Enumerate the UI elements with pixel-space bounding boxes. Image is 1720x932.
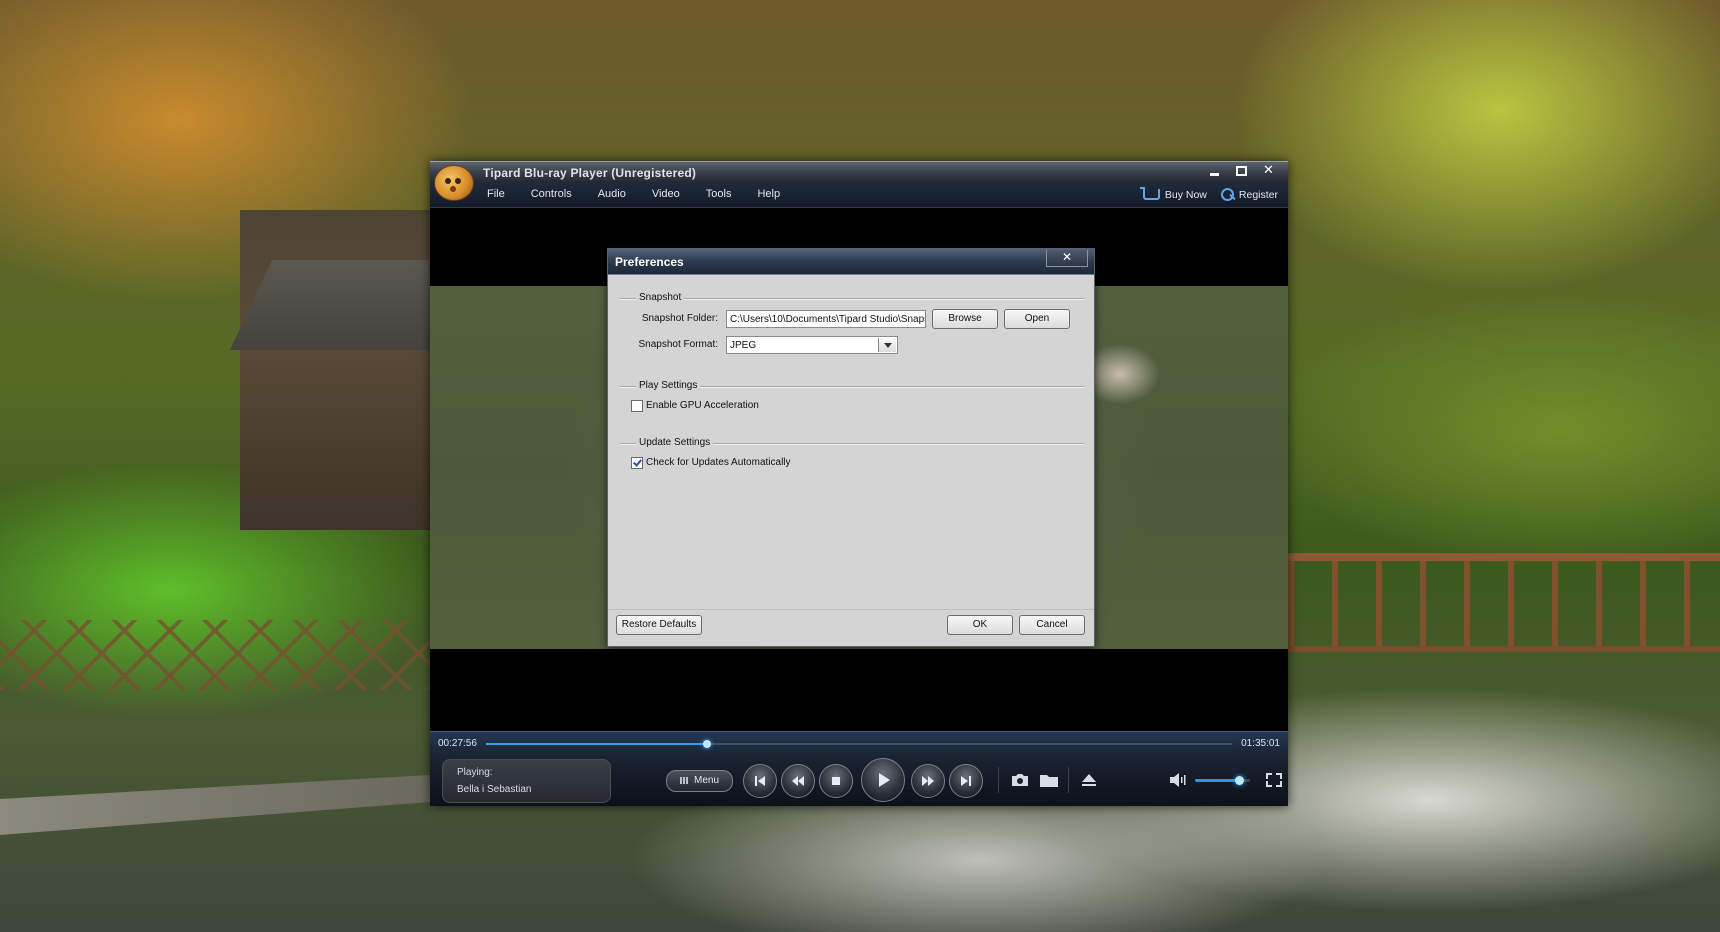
wallpaper-bridge <box>1288 553 1720 652</box>
now-playing-title: Bella i Sebastian <box>457 784 532 795</box>
gpu-acceleration-label[interactable]: Enable GPU Acceleration <box>646 400 759 411</box>
previous-button[interactable] <box>743 764 777 798</box>
register-label: Register <box>1238 188 1278 201</box>
rewind-button[interactable] <box>781 764 815 798</box>
video-letterbox-bottom <box>430 649 1288 731</box>
wallpaper-fence <box>0 620 430 690</box>
maximize-button[interactable] <box>1228 162 1255 180</box>
menu-audio[interactable]: Audio <box>598 188 626 200</box>
seek-bar-row: 00:27:56 01:35:01 <box>430 731 1288 756</box>
snapshot-group-header: Snapshot <box>620 292 1084 304</box>
menu-help[interactable]: Help <box>757 188 780 200</box>
stop-button[interactable] <box>819 764 853 798</box>
title-bar[interactable]: Tipard Blu-ray Player (Unregistered) ✕ <box>430 161 1288 184</box>
toolbar-separator <box>998 767 999 793</box>
restore-defaults-button[interactable]: Restore Defaults <box>616 615 702 635</box>
dialog-close-button[interactable]: ✕ <box>1046 250 1088 267</box>
toolbar-separator <box>1068 767 1069 793</box>
open-folder-button[interactable]: Open <box>1004 309 1070 329</box>
now-playing-label: Playing: <box>457 767 493 778</box>
dialog-title: Preferences <box>615 255 684 269</box>
fullscreen-button[interactable] <box>1264 771 1282 789</box>
buy-now-label: Buy Now <box>1164 188 1207 201</box>
fullscreen-icon <box>1266 773 1282 787</box>
control-bar: Playing: Bella i Sebastian Menu <box>430 755 1288 806</box>
wallpaper-path <box>0 775 430 835</box>
auto-update-label[interactable]: Check for Updates Automatically <box>646 457 791 468</box>
menu-file[interactable]: File <box>487 188 505 200</box>
play-icon <box>879 773 890 787</box>
menu-bar: File Controls Audio Video Tools Help Buy… <box>430 183 1288 208</box>
ok-button[interactable]: OK <box>947 615 1013 635</box>
now-playing-panel: Playing: Bella i Sebastian <box>442 759 611 803</box>
update-settings-group-header: Update Settings <box>620 437 1084 449</box>
volume-slider[interactable] <box>1195 776 1250 785</box>
register-link[interactable]: Register <box>1220 188 1278 201</box>
auto-update-checkbox[interactable] <box>631 457 643 469</box>
chevron-down-icon[interactable] <box>878 338 896 352</box>
snapshot-format-select[interactable]: JPEG <box>726 336 898 354</box>
preferences-dialog: Preferences ✕ Snapshot Snapshot Folder: … <box>607 248 1095 647</box>
seek-handle[interactable] <box>702 740 711 748</box>
snapshot-format-label: Snapshot Format: <box>638 339 718 350</box>
snapshot-folder-field[interactable]: C:\Users\10\Documents\Tipard Studio\Snap… <box>726 310 926 328</box>
buy-now-link[interactable]: Buy Now <box>1139 187 1207 201</box>
skip-next-icon <box>961 776 971 786</box>
fast-forward-button[interactable] <box>911 764 945 798</box>
wallpaper-house <box>240 210 430 530</box>
snapshot-format-value: JPEG <box>730 340 757 351</box>
window-controls: ✕ <box>1201 162 1282 180</box>
eject-button[interactable] <box>1079 771 1099 789</box>
folder-icon <box>1040 775 1058 787</box>
volume-level <box>1195 779 1239 782</box>
menu-right-links: Buy Now Register <box>1129 187 1278 201</box>
close-button[interactable]: ✕ <box>1255 162 1282 180</box>
snapshot-button[interactable] <box>1010 771 1030 789</box>
fast-forward-icon <box>922 776 934 786</box>
menu-items: File Controls Audio Video Tools Help <box>487 188 806 200</box>
cart-icon <box>1139 187 1160 200</box>
speaker-icon <box>1170 773 1186 787</box>
menu-tools[interactable]: Tools <box>706 188 732 200</box>
browse-button[interactable]: Browse <box>932 309 998 329</box>
app-logo-icon <box>434 165 474 201</box>
camera-icon <box>1012 774 1028 786</box>
menu-controls[interactable]: Controls <box>531 188 572 200</box>
menu-grid-icon <box>679 776 689 784</box>
snapshot-group-label: Snapshot <box>636 292 685 303</box>
disc-menu-button[interactable]: Menu <box>666 770 733 792</box>
current-time: 00:27:56 <box>438 738 477 749</box>
mute-button[interactable] <box>1168 771 1188 789</box>
next-button[interactable] <box>949 764 983 798</box>
eject-icon <box>1082 774 1096 786</box>
volume-handle[interactable] <box>1235 776 1244 785</box>
cancel-button[interactable]: Cancel <box>1019 615 1085 635</box>
dialog-title-bar[interactable]: Preferences ✕ <box>608 249 1094 275</box>
menu-video[interactable]: Video <box>652 188 680 200</box>
update-settings-group-label: Update Settings <box>636 437 714 448</box>
group-divider <box>620 298 1084 300</box>
rewind-icon <box>792 776 804 786</box>
minimize-button[interactable] <box>1201 162 1228 180</box>
seek-bar[interactable] <box>486 740 1232 748</box>
snapshot-folder-button[interactable] <box>1039 771 1059 789</box>
disc-menu-label: Menu <box>693 775 719 786</box>
seek-progress <box>486 743 707 745</box>
skip-previous-icon <box>755 776 765 786</box>
dialog-footer-divider <box>608 609 1094 610</box>
gpu-acceleration-checkbox[interactable] <box>631 400 643 412</box>
window-title: Tipard Blu-ray Player (Unregistered) <box>483 166 697 180</box>
play-settings-group-label: Play Settings <box>636 380 701 391</box>
key-icon <box>1220 188 1234 201</box>
total-time: 01:35:01 <box>1241 738 1280 749</box>
play-settings-group-header: Play Settings <box>620 380 1084 392</box>
play-button[interactable] <box>861 758 905 802</box>
stop-icon <box>832 777 840 785</box>
snapshot-folder-label: Snapshot Folder: <box>641 313 718 324</box>
